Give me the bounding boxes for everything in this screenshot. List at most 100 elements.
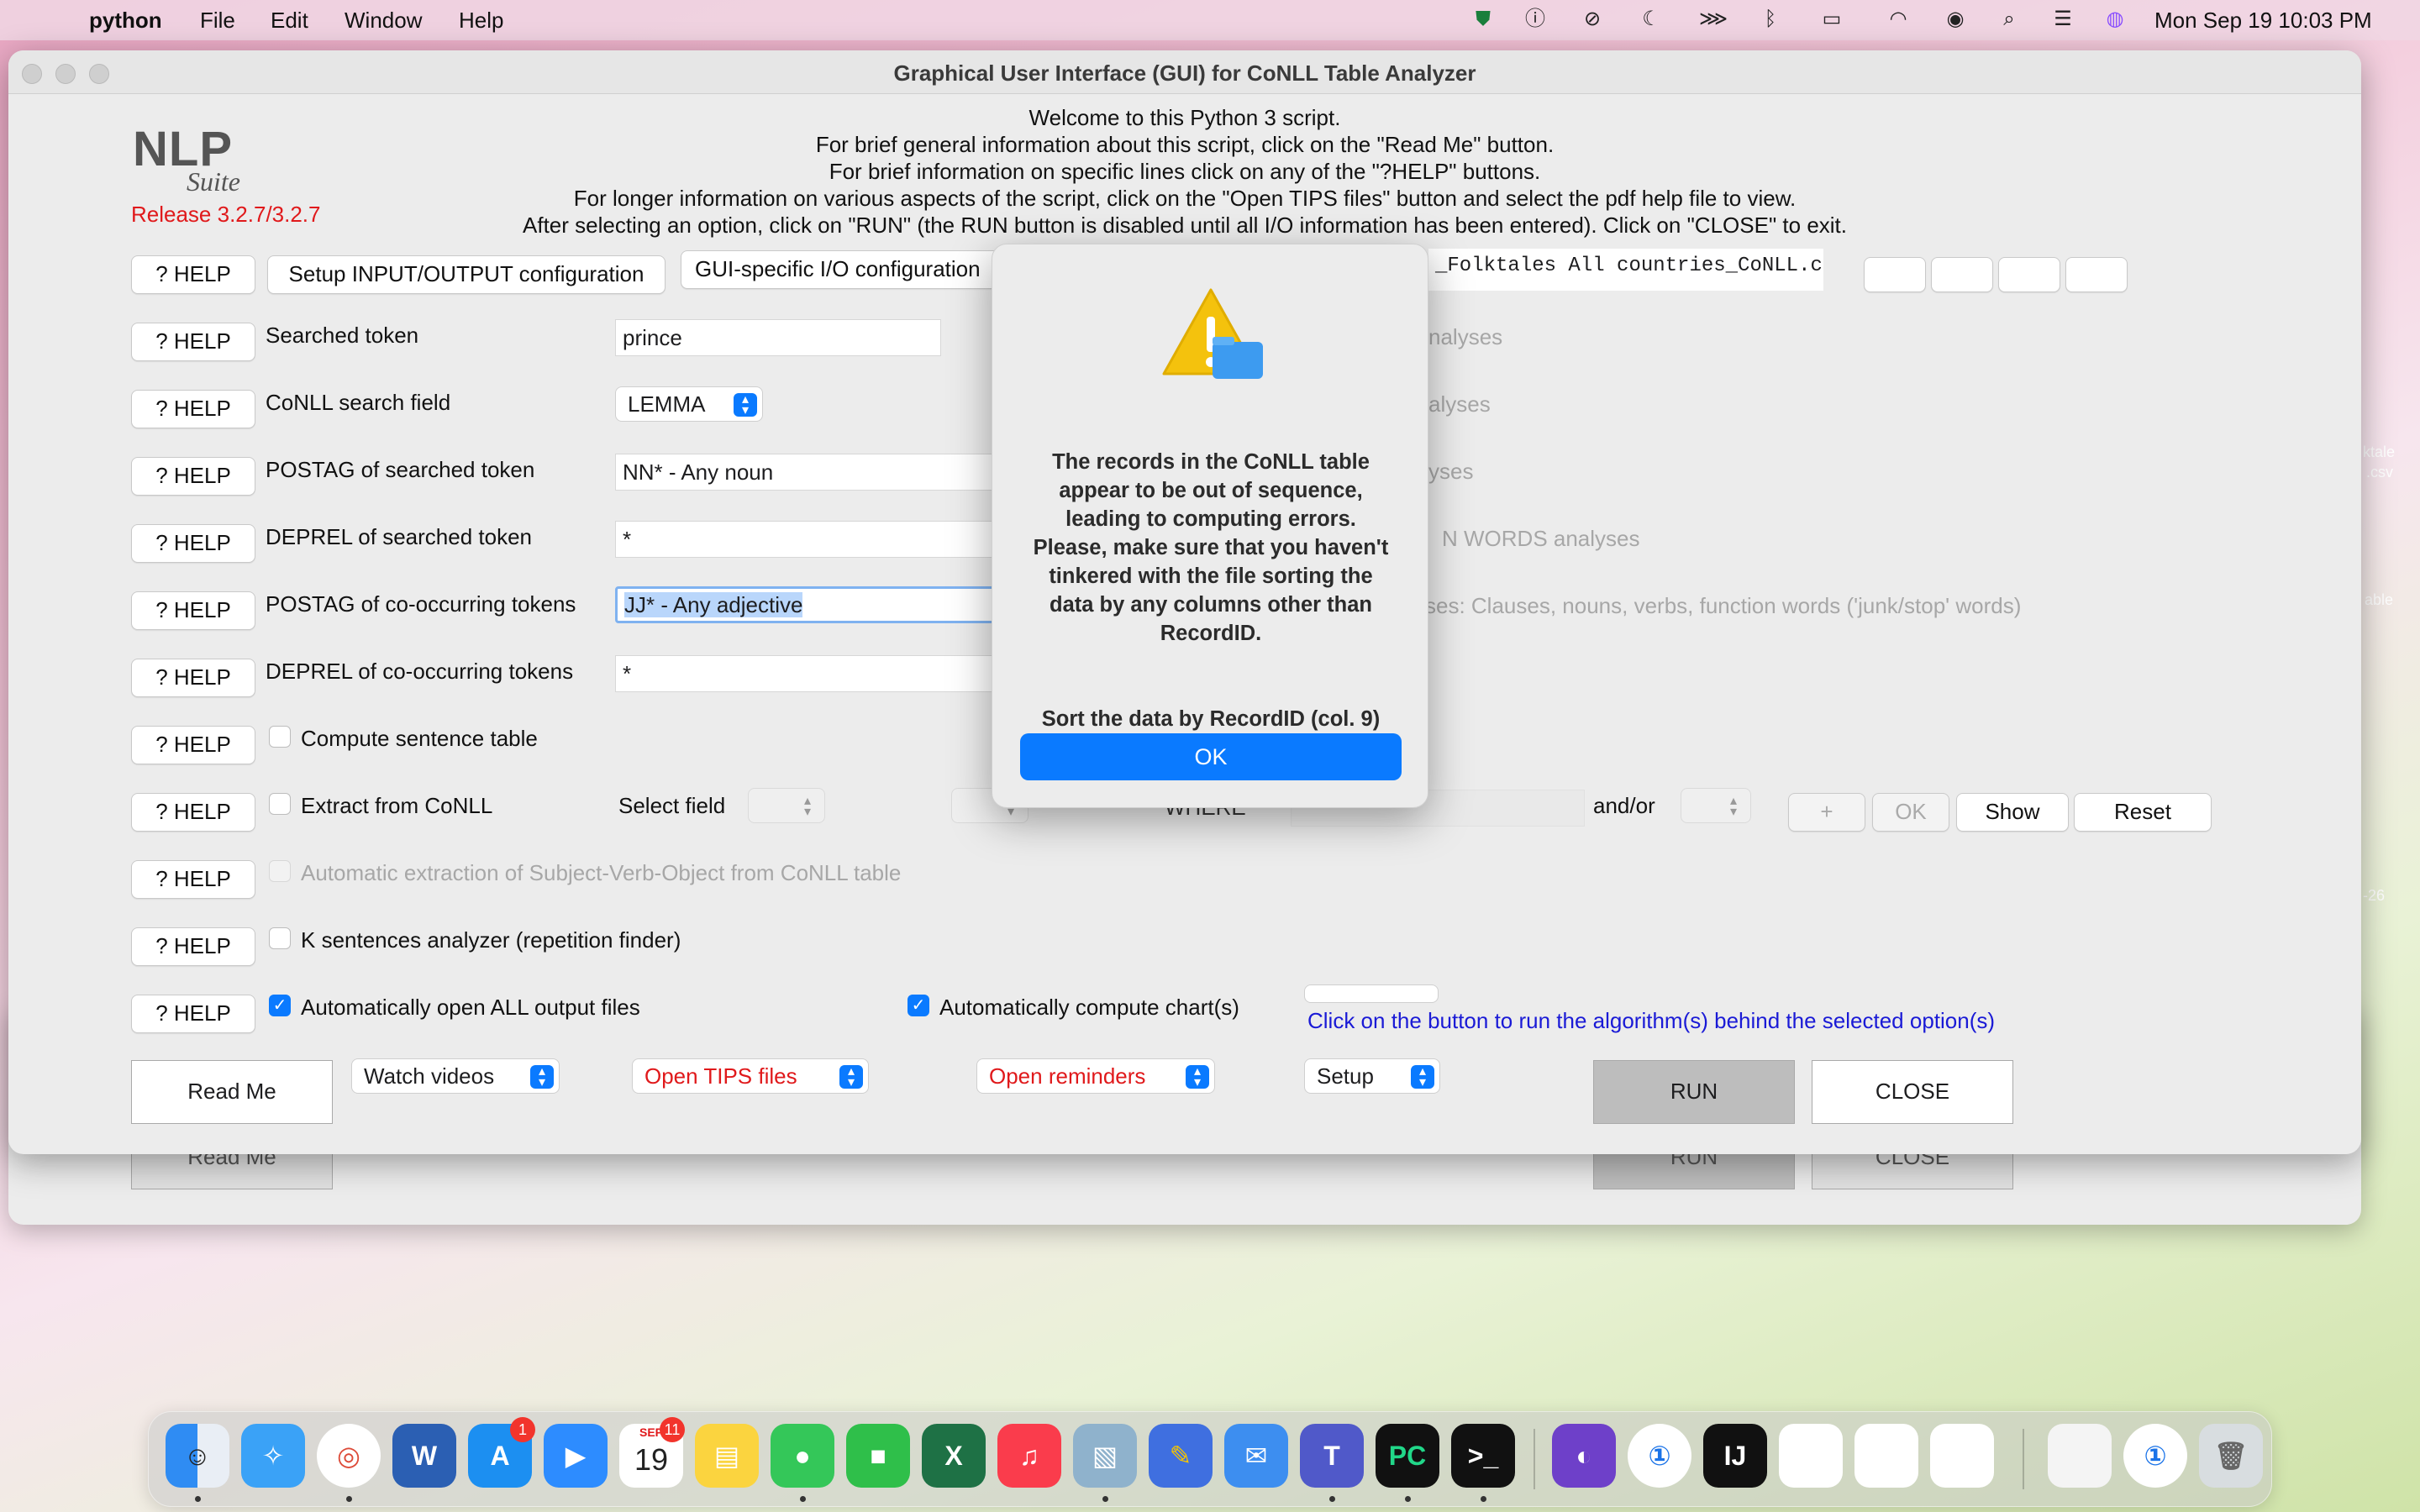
help-button-sentence-table[interactable]: ? HELP <box>131 726 255 764</box>
run-button[interactable]: RUN <box>1593 1060 1795 1124</box>
io-icon-button-2[interactable] <box>1931 257 1993 292</box>
running-indicator <box>1405 1496 1411 1502</box>
io-icon-button-4[interactable] <box>2065 257 2128 292</box>
stack-documents-icon[interactable] <box>2048 1424 2112 1488</box>
andor-dropdown[interactable]: ▴ ▾ <box>1681 788 1751 823</box>
document-icon[interactable] <box>1930 1424 1994 1488</box>
desktop-fragment[interactable]: ktale <box>2363 444 2395 461</box>
moon-icon[interactable]: ☾ <box>1639 7 1664 32</box>
help-button-deprel-searched[interactable]: ? HELP <box>131 524 255 563</box>
mute-icon[interactable]: ⋙ <box>1699 7 1728 32</box>
extract-checkbox[interactable] <box>269 793 291 815</box>
watch-videos-dropdown[interactable]: Watch videos ▴ ▾ <box>351 1058 560 1094</box>
excel-icon[interactable]: X <box>922 1424 986 1488</box>
safari-icon[interactable]: ✧ <box>241 1424 305 1488</box>
k-sentences-checkbox[interactable] <box>269 927 291 949</box>
io-icon-button-3[interactable] <box>1998 257 2060 292</box>
focus-icon[interactable]: ⊘ <box>1580 7 1605 32</box>
trash-icon[interactable]: 🗑 <box>2199 1424 2263 1488</box>
desktop-fragment[interactable]: -26 <box>2363 887 2385 905</box>
finder-icon[interactable]: ☺ <box>166 1424 229 1488</box>
document-icon[interactable] <box>1854 1424 1918 1488</box>
desktop-fragment[interactable]: .csv <box>2366 464 2393 481</box>
svo-checkbox[interactable] <box>269 860 291 882</box>
ok-condition-button[interactable]: OK <box>1872 793 1949 832</box>
dialog-ok-button[interactable]: OK <box>1020 733 1402 780</box>
music-icon[interactable]: ♫ <box>997 1424 1061 1488</box>
add-condition-button[interactable]: + <box>1788 793 1865 832</box>
menu-help[interactable]: Help <box>459 8 503 34</box>
show-button[interactable]: Show <box>1956 793 2069 832</box>
notes-icon[interactable]: ▤ <box>695 1424 759 1488</box>
help-button-svo[interactable]: ? HELP <box>131 860 255 899</box>
pencil-app-icon[interactable]: ✎ <box>1149 1424 1213 1488</box>
sentence-table-checkbox[interactable] <box>269 726 291 748</box>
welcome-line: For longer information on various aspect… <box>573 186 1797 211</box>
mail-icon[interactable]: ✉ <box>1224 1424 1288 1488</box>
help-button-extract[interactable]: ? HELP <box>131 793 255 832</box>
search-icon[interactable]: ⌕ <box>1996 7 2022 32</box>
menu-edit[interactable]: Edit <box>271 8 308 34</box>
onepassword-dock-icon[interactable]: ① <box>1628 1424 1691 1488</box>
help-button-postag-searched[interactable]: ? HELP <box>131 457 255 496</box>
setup-dropdown[interactable]: Setup ▴ ▾ <box>1304 1058 1440 1094</box>
help-button-postag-cooccur[interactable]: ? HELP <box>131 591 255 630</box>
help-button-open-output[interactable]: ? HELP <box>131 995 255 1033</box>
deprel-searched-label: DEPREL of searched token <box>266 524 532 549</box>
intellij-icon[interactable]: IJ <box>1703 1424 1767 1488</box>
chart-package-dropdown[interactable] <box>1304 984 1439 1003</box>
setup-io-button[interactable]: Setup INPUT/OUTPUT configuration <box>267 255 666 294</box>
menu-window[interactable]: Window <box>345 8 422 34</box>
help-button-search-field[interactable]: ? HELP <box>131 390 255 428</box>
menubar-datetime[interactable]: Mon Sep 19 10:03 PM <box>2154 8 2372 34</box>
shield-icon[interactable]: ⛊ <box>1470 7 1496 32</box>
preview-icon[interactable]: ▧ <box>1073 1424 1137 1488</box>
teams-icon[interactable]: T <box>1300 1424 1364 1488</box>
deprel-cooccur-combobox[interactable]: * <box>615 655 1002 692</box>
terminal-icon[interactable]: >_ <box>1451 1424 1515 1488</box>
calendar-badge: 11 <box>660 1417 685 1442</box>
search-field-select[interactable]: LEMMA ▴ ▾ <box>615 386 763 422</box>
close-button[interactable]: CLOSE <box>1812 1060 2013 1124</box>
wifi-icon[interactable]: ◠ <box>1886 7 1911 32</box>
input-filename-field[interactable]: _Folktales All countries_CoNLL.cs <box>1428 249 1823 291</box>
menu-app-name[interactable]: python <box>89 8 162 34</box>
postag-searched-combobox[interactable]: NN* - Any noun <box>615 454 1002 491</box>
onepassword-icon[interactable]: ⓘ <box>1523 7 1548 32</box>
zoom-icon[interactable]: ▶ <box>544 1424 608 1488</box>
calendar-day: 19 <box>634 1442 669 1477</box>
desktop-fragment[interactable]: able <box>2365 591 2393 609</box>
gui-specific-io-button[interactable]: GUI-specific I/O configuration <box>681 250 1008 289</box>
open-output-checkbox[interactable]: ✓ <box>269 995 291 1016</box>
deprel-searched-combobox[interactable]: * <box>615 521 1002 558</box>
user-icon[interactable]: ◉ <box>1943 7 1968 32</box>
chrome-icon[interactable]: ◎ <box>317 1424 381 1488</box>
select-field-dropdown[interactable]: ▴ ▾ <box>748 788 825 823</box>
battery-icon[interactable]: ▭ <box>1810 7 1854 32</box>
help-button-deprel-cooccur[interactable]: ? HELP <box>131 659 255 697</box>
deprel-cooccur-label: DEPREL of co-occurring tokens <box>266 659 574 684</box>
postag-cooccur-combobox[interactable]: JJ* - Any adjective <box>615 586 1002 623</box>
pycharm-icon[interactable]: PC <box>1376 1424 1439 1488</box>
help-button-searched-token[interactable]: ? HELP <box>131 323 255 361</box>
facetime-icon[interactable]: ■ <box>846 1424 910 1488</box>
open-tips-dropdown[interactable]: Open TIPS files ▴ ▾ <box>632 1058 869 1094</box>
read-me-button[interactable]: Read Me <box>131 1060 333 1124</box>
document-icon[interactable] <box>1779 1424 1843 1488</box>
io-icon-button-1[interactable] <box>1864 257 1926 292</box>
github-desktop-icon[interactable]: ◐ <box>1552 1424 1616 1488</box>
reset-button[interactable]: Reset <box>2074 793 2212 832</box>
word-icon[interactable]: W <box>392 1424 456 1488</box>
onepassword-installer-icon[interactable]: ① <box>2123 1424 2187 1488</box>
menu-file[interactable]: File <box>200 8 235 34</box>
messages-icon[interactable]: ● <box>771 1424 834 1488</box>
help-button-io[interactable]: ? HELP <box>131 255 255 294</box>
help-button-k-sentences[interactable]: ? HELP <box>131 927 255 966</box>
searched-token-input[interactable]: prince <box>615 319 941 356</box>
bluetooth-icon[interactable]: ᛒ <box>1758 7 1783 32</box>
open-reminders-dropdown[interactable]: Open reminders ▴ ▾ <box>976 1058 1215 1094</box>
compute-charts-checkbox[interactable]: ✓ <box>908 995 929 1016</box>
control-center-icon[interactable]: ☰ <box>2050 7 2075 32</box>
siri-icon[interactable]: ◍ <box>2102 7 2128 32</box>
k-sentences-label: K sentences analyzer (repetition finder) <box>301 927 681 953</box>
